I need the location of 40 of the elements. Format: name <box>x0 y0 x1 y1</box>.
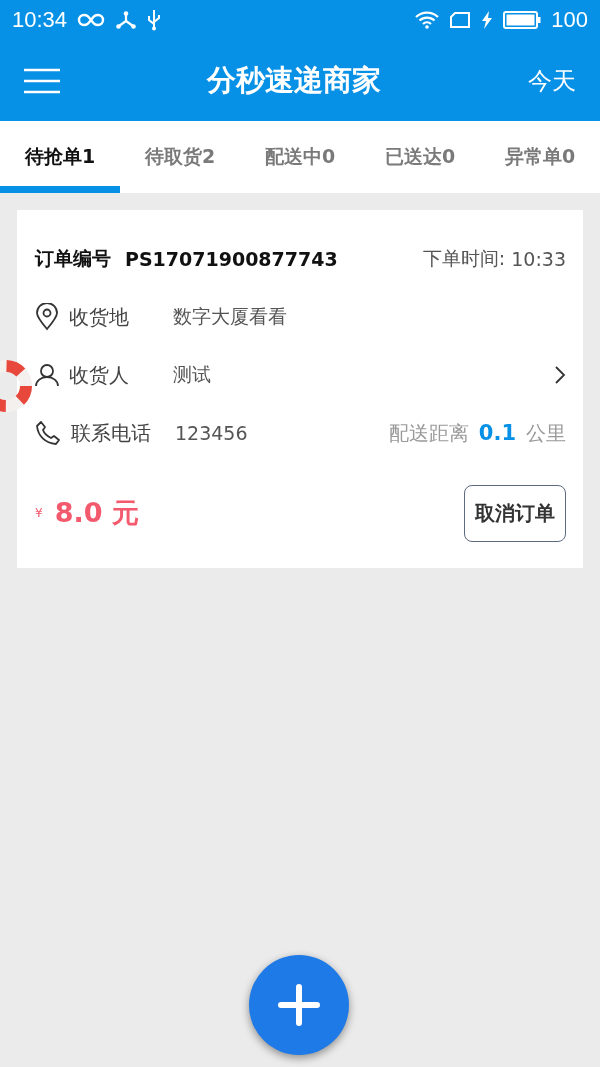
price: 8.0 元 <box>54 496 139 530</box>
battery-level: 100 <box>551 7 588 33</box>
tab[interactable]: 配送中0 <box>240 121 360 193</box>
usb-icon <box>147 9 162 31</box>
chevron-right-icon[interactable] <box>554 365 566 385</box>
share-icon <box>115 11 138 29</box>
order-time-label: 下单时间: <box>422 246 506 271</box>
charging-icon <box>481 11 494 29</box>
today-link[interactable]: 今天 <box>528 64 576 97</box>
menu-icon[interactable] <box>24 67 60 94</box>
app-title: 分秒速递商家 <box>205 61 382 99</box>
field-label: 收货人 <box>69 361 130 389</box>
plus-icon <box>277 983 321 1027</box>
currency-symbol: ¥ <box>35 506 43 520</box>
person-icon <box>35 363 59 387</box>
tab[interactable]: 已送达0 <box>360 121 480 193</box>
field-value: 测试 <box>173 362 211 387</box>
order-number-label: 订单编号 <box>35 246 111 271</box>
order-time: 10:33 <box>511 248 566 270</box>
field-value: 数字大厦看看 <box>173 304 287 329</box>
infinity-icon <box>77 13 106 27</box>
cancel-order-button[interactable]: 取消订单 <box>464 484 566 542</box>
lifebuoy-icon[interactable] <box>0 358 34 414</box>
add-button[interactable] <box>249 955 349 1055</box>
order-number: PS17071900877743 <box>125 248 338 270</box>
battery-icon <box>503 11 542 29</box>
wifi-icon <box>415 11 440 29</box>
field-value: 123456 <box>175 422 248 444</box>
distance-label: 配送距离 <box>388 419 469 447</box>
distance-value: 0.1 <box>478 421 516 445</box>
tab[interactable]: 待取货2 <box>120 121 240 193</box>
field-label: 联系电话 <box>71 419 152 447</box>
phone-icon <box>35 420 61 446</box>
field-label: 收货地 <box>69 303 130 331</box>
tab[interactable]: 待抢单1 <box>0 121 120 193</box>
status-time: 10:34 <box>12 7 68 33</box>
distance-unit: 公里 <box>526 419 566 447</box>
tab[interactable]: 异常单0 <box>480 121 600 193</box>
location-pin-icon <box>35 303 59 331</box>
sim-card-icon <box>449 11 472 29</box>
